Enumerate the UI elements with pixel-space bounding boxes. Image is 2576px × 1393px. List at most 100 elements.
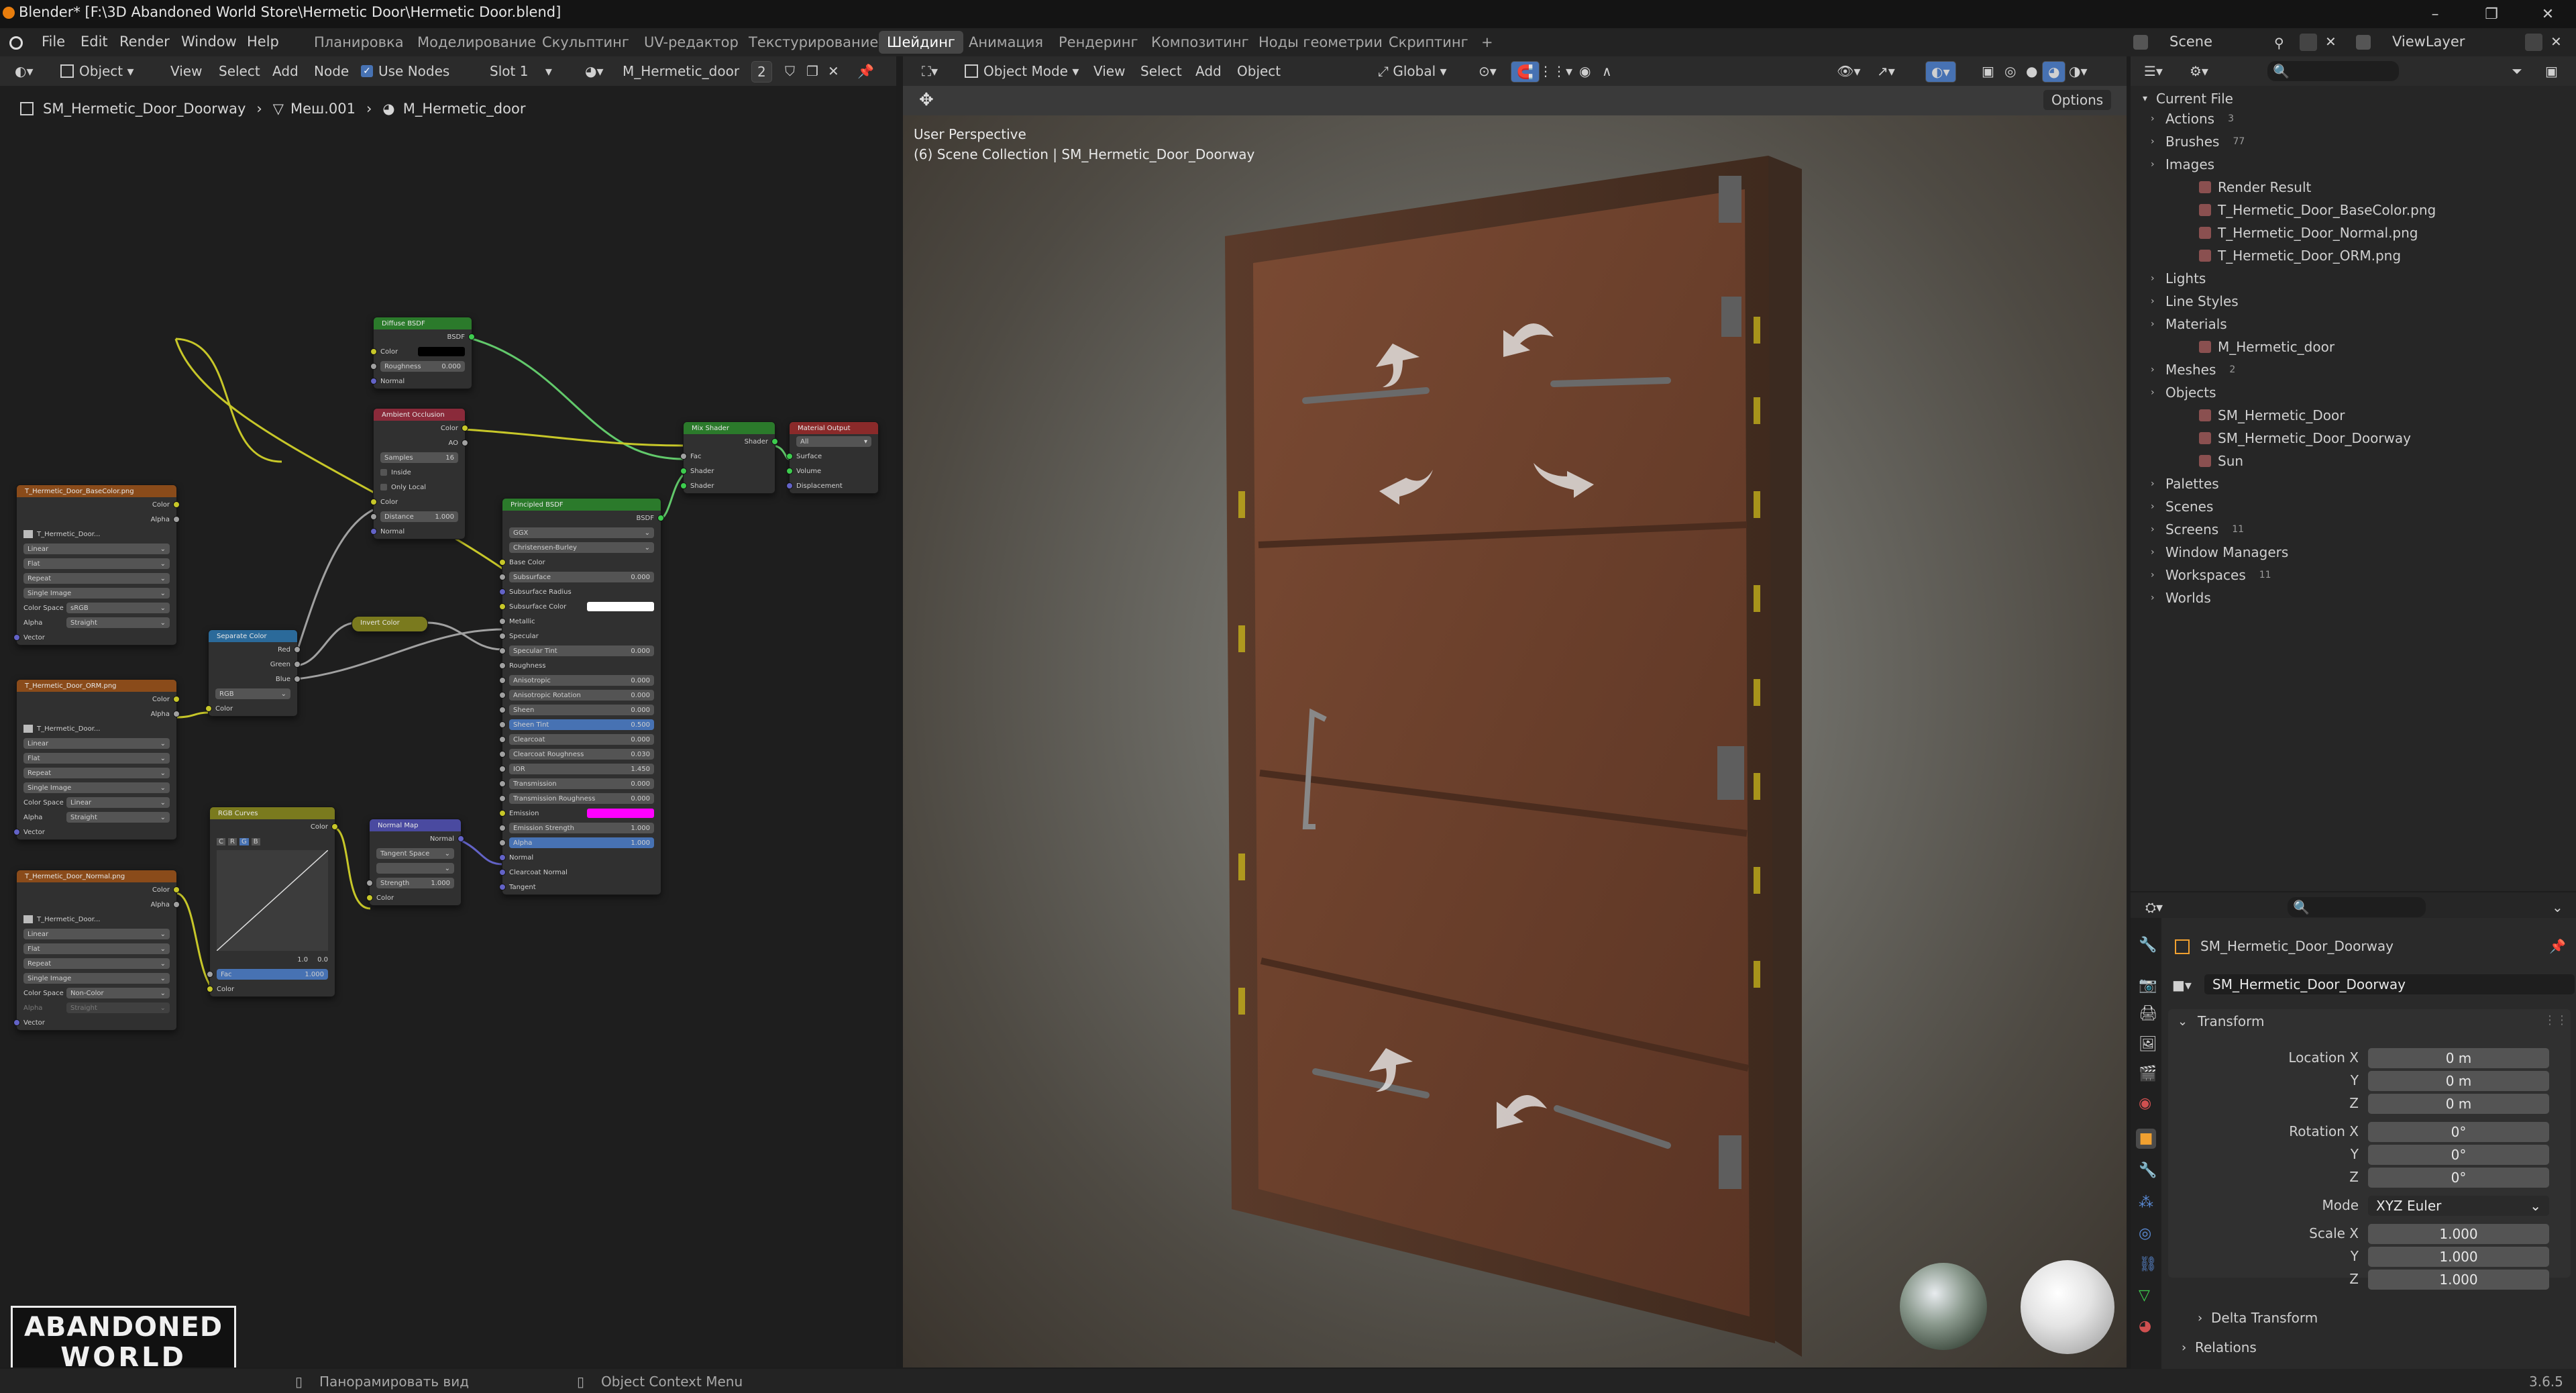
chevron-right-icon[interactable]: › <box>2151 273 2165 284</box>
outliner-item[interactable]: › Images <box>2151 154 2214 174</box>
space-select[interactable]: Tangent Space ⌄ <box>370 846 461 861</box>
color-swatch[interactable] <box>587 809 654 818</box>
outliner-item[interactable]: › Workspaces 11 <box>2151 565 2271 585</box>
location-y-field[interactable]: 0 m <box>2368 1071 2549 1091</box>
view-layer-tab-icon[interactable]: 🖼 <box>2139 1036 2157 1053</box>
pivot-point-icon[interactable]: ⊙▾ <box>1473 61 1502 81</box>
input-socket[interactable] <box>499 825 506 831</box>
fake-user-icon[interactable]: ⛉ <box>780 61 800 81</box>
input-socket[interactable] <box>370 499 377 505</box>
world-tab-icon[interactable]: ◉ <box>2139 1095 2151 1112</box>
chevron-right-icon[interactable]: › <box>2151 478 2165 489</box>
tab-animation[interactable]: Анимация <box>961 31 1051 54</box>
extension-select[interactable]: Repeat ⌄ <box>17 766 176 780</box>
basecolor-texture-node[interactable]: T_Hermetic_Door_BaseColor.png Color Alph… <box>13 484 180 646</box>
options-button[interactable]: Options <box>2043 90 2112 110</box>
interpolation-select[interactable]: Linear ⌄ <box>17 927 176 941</box>
unlink-material-icon[interactable]: ✕ <box>822 61 845 81</box>
input-socket[interactable] <box>499 854 506 861</box>
distribution-select[interactable]: GGX ⌄ <box>502 525 661 540</box>
shading-material-icon[interactable]: ◕ <box>2042 61 2066 83</box>
principled-input-row[interactable]: IOR 1.450 <box>499 762 661 776</box>
output-socket[interactable] <box>468 333 475 340</box>
separate-color-node[interactable]: Separate Color Red Green Blue RGB ⌄ Color <box>205 629 301 717</box>
slot-select[interactable]: Slot 1 ▾ <box>484 61 557 81</box>
normal-texture-node[interactable]: T_Hermetic_Door_Normal.png Color Alpha T… <box>13 870 180 1031</box>
value-field[interactable]: Sheen 0.000 <box>509 705 654 715</box>
output-socket[interactable] <box>173 501 180 508</box>
input-socket[interactable] <box>680 468 687 474</box>
material-browse-icon[interactable]: ◕▾ <box>580 61 609 81</box>
principled-input-row[interactable]: Subsurface Color <box>499 599 661 614</box>
tab-channel-b[interactable]: B <box>251 837 260 845</box>
filter-icon[interactable]: ⏷ <box>2506 61 2528 81</box>
alpha-select[interactable]: Alpha Straight ⌄ <box>17 615 176 630</box>
rotation-mode-select[interactable]: XYZ Euler ⌄ <box>2368 1196 2549 1216</box>
projection-select[interactable]: Flat ⌄ <box>17 941 176 956</box>
input-socket[interactable] <box>786 453 793 460</box>
chevron-right-icon[interactable]: › <box>2151 364 2165 375</box>
outliner-item[interactable]: › Actions 3 <box>2151 109 2234 129</box>
overlays-icon[interactable]: ◐▾ <box>1925 61 1956 83</box>
outliner-item[interactable]: Sun <box>2184 451 2243 471</box>
ambient-occlusion-node[interactable]: Ambient Occlusion Color AO Samples 16 Ins… <box>370 408 468 539</box>
alpha-select[interactable]: Alpha Straight ⌄ <box>17 1000 176 1015</box>
subsurface-method-select[interactable]: Christensen-Burley ⌄ <box>502 540 661 555</box>
tab-uv-editor[interactable]: UV-редактор <box>636 31 747 54</box>
constraints-tab-icon[interactable]: ⛓ <box>2139 1256 2157 1273</box>
input-socket[interactable] <box>13 634 20 641</box>
chevron-right-icon[interactable]: › <box>2151 524 2165 535</box>
normal-map-node[interactable]: Normal Map Normal Tangent Space ⌄ ⌄ Stren… <box>366 819 464 906</box>
interpolation-select[interactable]: Linear ⌄ <box>17 736 176 751</box>
output-socket[interactable] <box>173 696 180 703</box>
object-tab-icon[interactable]: ■ <box>2136 1129 2156 1149</box>
chevron-right-icon[interactable]: › <box>2151 136 2165 147</box>
properties-search-input[interactable]: 🔍 <box>2288 897 2426 917</box>
xray-icon[interactable]: ▣ <box>1976 61 2000 81</box>
curve-graph[interactable] <box>217 850 328 951</box>
properties-options-icon[interactable]: ⌄ <box>2546 897 2569 917</box>
mode-select[interactable]: Object Mode ▾ <box>959 61 1084 81</box>
new-scene-icon[interactable] <box>2300 34 2317 51</box>
input-socket[interactable] <box>786 482 793 489</box>
outliner-item[interactable]: Render Result <box>2184 177 2311 197</box>
input-socket[interactable] <box>499 721 506 728</box>
tab-rendering[interactable]: Рендеринг <box>1051 31 1146 54</box>
value-field[interactable]: IOR 1.450 <box>509 764 654 774</box>
alpha-select[interactable]: Alpha Straight ⌄ <box>17 810 176 825</box>
transform-orientation-select[interactable]: ⤢ Global ▾ <box>1373 61 1452 81</box>
menu-render[interactable]: Render <box>119 34 170 50</box>
hermetic-door-model[interactable] <box>903 115 2127 1368</box>
node-menu-add[interactable]: Add <box>267 61 304 81</box>
tab-modeling[interactable]: Моделирование <box>409 31 544 54</box>
object-data-browse-icon[interactable]: ■▾ <box>2172 977 2192 993</box>
outliner-root[interactable]: ▾ Current File <box>2143 89 2233 109</box>
outliner-item[interactable]: › Materials <box>2151 314 2227 334</box>
transform-panel-title[interactable]: Transform <box>2198 1013 2264 1029</box>
pin-node-tree-icon[interactable]: 📌 <box>852 61 879 81</box>
scene-icon[interactable] <box>2133 35 2148 50</box>
node-editor[interactable]: SM_Hermetic_Door_Doorway › ▽ Меш.001 › ◕… <box>0 86 896 1368</box>
chevron-right-icon[interactable]: › <box>2151 296 2165 307</box>
chevron-right-icon[interactable]: › <box>2151 501 2165 512</box>
mode-select[interactable]: RGB ⌄ <box>209 686 297 701</box>
material-tab-icon[interactable]: ◕ <box>2139 1318 2151 1335</box>
source-select[interactable]: Single Image ⌄ <box>17 971 176 986</box>
input-socket[interactable] <box>499 603 506 610</box>
input-socket[interactable] <box>680 482 687 489</box>
tab-channel-r[interactable]: R <box>227 837 237 845</box>
principled-input-row[interactable]: Clearcoat Roughness 0.030 <box>499 747 661 762</box>
object-name-field[interactable]: SM_Hermetic_Door_Doorway <box>2204 974 2575 994</box>
chevron-right-icon[interactable]: › <box>2198 1311 2202 1325</box>
source-select[interactable]: Single Image ⌄ <box>17 780 176 795</box>
outliner-item[interactable]: › Line Styles <box>2151 291 2239 311</box>
principled-input-row[interactable]: Anisotropic 0.000 <box>499 673 661 688</box>
input-socket[interactable] <box>499 618 506 625</box>
input-socket[interactable] <box>499 707 506 713</box>
curve-point-values[interactable]: 1.0 0.0 <box>210 952 335 967</box>
strength-field[interactable]: Strength 1.000 <box>366 876 461 890</box>
node-menu-select[interactable]: Select <box>213 61 266 81</box>
rotation-x-field[interactable]: 0° <box>2368 1122 2549 1142</box>
node-menu-node[interactable]: Node <box>309 61 354 81</box>
outliner-item[interactable]: › Meshes 2 <box>2151 360 2235 380</box>
